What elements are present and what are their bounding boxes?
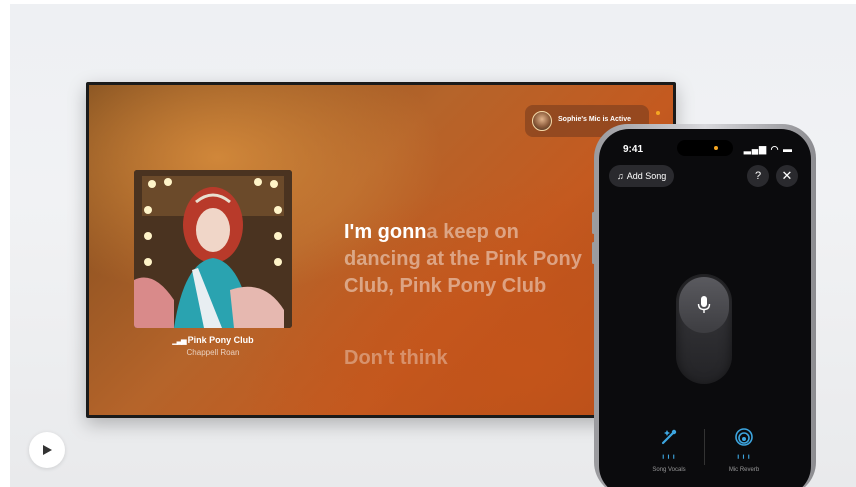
product-stage: Sophie's Mic is Active ▁▃▅ Pink Pony Clu… [10, 4, 856, 487]
album-artwork-illustration [134, 170, 292, 328]
vocals-level-indicator: ╻╻╻ [661, 452, 677, 459]
mic-indicator-dot [656, 111, 660, 115]
play-button[interactable] [29, 432, 65, 468]
album-artwork [134, 170, 292, 328]
signal-icon: ▂▄▆ [743, 144, 768, 154]
microphone-icon [697, 296, 711, 313]
play-icon [43, 445, 52, 455]
help-button[interactable]: ? [747, 165, 769, 187]
mic-reverb-control[interactable]: ╻╻╻ Mic Reverb [714, 427, 774, 473]
reverb-level-indicator: ╻╻╻ [736, 452, 752, 459]
mic-slider-knob[interactable] [679, 277, 729, 333]
reverb-icon [735, 428, 753, 446]
lyric-sung-portion: I'm gonn [344, 221, 427, 243]
question-circle-icon: ? [754, 170, 762, 182]
mic-volume-slider[interactable] [676, 274, 732, 384]
add-song-label: Add Song [626, 171, 667, 181]
avatar [532, 111, 552, 131]
song-vocals-control[interactable]: ╻╻╻ Song Vocals [639, 427, 699, 473]
dynamic-island [677, 140, 733, 156]
lyric-next-line: Don't think [344, 347, 448, 369]
volume-down-button [592, 242, 595, 264]
mic-in-use-dot [714, 146, 718, 150]
tv-screen: Sophie's Mic is Active ▁▃▅ Pink Pony Clu… [89, 85, 673, 415]
volume-up-button [592, 212, 595, 234]
status-icons: ▂▄▆ ◠ ▬ [744, 144, 793, 155]
phone-screen: 9:41 ▂▄▆ ◠ ▬ ♫ Add Song ? ✕ ╻╻╻ Song Voc… [599, 129, 811, 487]
song-title: ▁▃▅ Pink Pony Club [134, 335, 292, 345]
song-vocals-label: Song Vocals [652, 467, 686, 473]
song-title-text: Pink Pony Club [187, 335, 254, 345]
mic-reverb-label: Mic Reverb [728, 467, 760, 473]
add-song-button[interactable]: ♫ Add Song [609, 165, 675, 187]
music-note-icon: ♫ [617, 171, 624, 181]
lyric-unsung-portion: a keep on [426, 221, 519, 243]
status-time: 9:41 [623, 144, 644, 155]
equalizer-icon: ▁▃▅ [172, 338, 186, 345]
tv-display: Sophie's Mic is Active ▁▃▅ Pink Pony Clu… [86, 82, 676, 418]
controls-divider [704, 429, 705, 465]
vocals-wand-icon [661, 429, 677, 445]
iphone: 9:41 ▂▄▆ ◠ ▬ ♫ Add Song ? ✕ ╻╻╻ Song Voc… [592, 124, 816, 487]
mic-status-text: Sophie's Mic is Active [558, 116, 631, 123]
battery-icon: ▬ [783, 144, 793, 154]
wifi-icon: ◠ [770, 144, 780, 154]
song-artist: Chappell Roan [186, 348, 240, 357]
close-icon: ✕ [781, 168, 793, 183]
close-button[interactable]: ✕ [776, 165, 798, 187]
